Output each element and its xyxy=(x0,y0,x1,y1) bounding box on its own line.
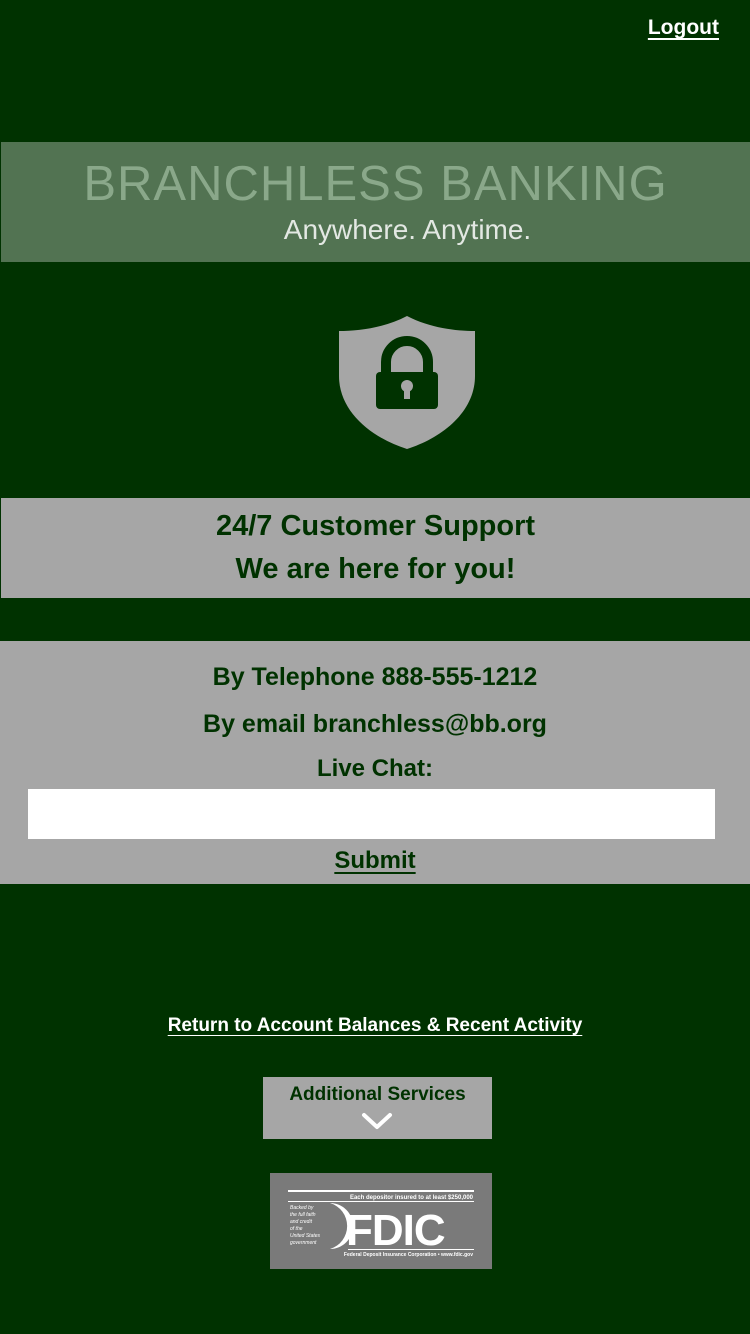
brand-tagline: Anywhere. Anytime. xyxy=(283,214,532,245)
contact-email: By email branchless@bb.org xyxy=(203,710,547,738)
svg-text:United States: United States xyxy=(290,1233,321,1239)
support-subheading: We are here for you! xyxy=(235,553,516,585)
fdic-top-text: Each depositor insured to at least $250,… xyxy=(350,1195,474,1201)
shield-lock-icon xyxy=(338,314,476,450)
chevron-down-icon xyxy=(361,1111,393,1131)
logout-link[interactable]: Logout xyxy=(648,16,719,40)
contact-phone: By Telephone 888-555-1212 xyxy=(212,663,538,691)
svg-text:and credit: and credit xyxy=(290,1219,313,1225)
svg-text:government: government xyxy=(290,1240,317,1246)
live-chat-input[interactable] xyxy=(28,789,715,839)
svg-text:the full faith: the full faith xyxy=(290,1212,316,1218)
brand-banner: BRANCHLESS BANKING Anywhere. Anytime. xyxy=(1,142,750,262)
svg-text:of the: of the xyxy=(290,1226,303,1232)
additional-services-label: Additional Services xyxy=(289,1084,466,1105)
fdic-backing-text: Backed by the full faith and credit of t… xyxy=(290,1205,321,1246)
svg-text:Backed by: Backed by xyxy=(290,1205,314,1211)
fdic-logo: Each depositor insured to at least $250,… xyxy=(270,1173,492,1269)
submit-button[interactable]: Submit xyxy=(0,847,750,875)
live-chat-label: Live Chat: xyxy=(316,755,433,782)
brand-title: BRANCHLESS BANKING xyxy=(83,157,668,211)
contact-panel: By Telephone 888-555-1212 By email branc… xyxy=(0,641,750,884)
support-banner: 24/7 Customer Support We are here for yo… xyxy=(1,498,750,598)
support-heading: 24/7 Customer Support xyxy=(215,510,536,542)
return-to-balances-link[interactable]: Return to Account Balances & Recent Acti… xyxy=(0,1015,750,1037)
fdic-bottom-text: Federal Deposit Insurance Corporation • … xyxy=(344,1252,473,1258)
fdic-wordmark: FDIC xyxy=(346,1206,445,1255)
additional-services-button[interactable]: Additional Services xyxy=(263,1077,492,1139)
